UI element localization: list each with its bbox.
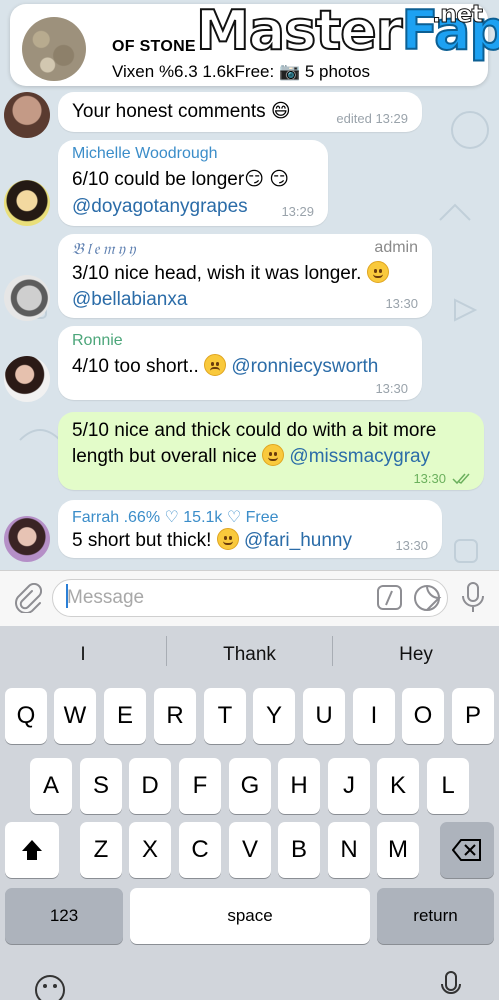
key-i[interactable]: I [353,688,395,744]
key-x[interactable]: X [129,822,171,878]
key-t[interactable]: T [204,688,246,744]
message-time: 13:29 [281,204,314,219]
pinned-subtitle: Vixen %6.3 1.6kFree: 📷 5 photos [112,62,371,81]
bot-commands-icon[interactable] [376,584,404,612]
key-o[interactable]: O [402,688,444,744]
avatar[interactable] [4,516,50,562]
suggestion-1[interactable]: I [0,640,166,670]
watermark-logo: MasterFap .net [195,0,499,62]
mention-link[interactable]: @bellabianxa [72,286,187,313]
key-f[interactable]: F [179,758,221,814]
message-time: 13:30 [395,538,428,553]
message-text: 5 short but thick! @fari_hunny [72,528,352,551]
avatar[interactable] [4,356,50,402]
key-l[interactable]: L [427,758,469,814]
message-text: 6/10 could be longer😏 😏 [72,169,290,190]
message-bubble[interactable]: Michelle Woodrough 6/10 could be longer😏… [58,140,328,226]
shift-arrow-icon [22,840,42,860]
numbers-key[interactable]: 123 [5,888,123,944]
message-bubble[interactable]: Your honest comments 😄 edited 13:29 [58,92,422,132]
sender-name[interactable]: Ronnie [72,332,123,350]
message-text: 5/10 nice and thick could do with a bit … [72,420,437,441]
return-key[interactable]: return [377,888,494,944]
message-input-bar [0,570,499,626]
emoji-icon[interactable] [34,974,66,1000]
sender-name[interactable]: Michelle Woodrough [72,145,218,163]
message-time: 13:30 [413,471,446,486]
avatar[interactable] [4,92,50,138]
key-y[interactable]: Y [253,688,295,744]
avatar[interactable] [4,180,50,226]
suggestion-2[interactable]: Thank [167,640,332,670]
key-m[interactable]: M [377,822,419,878]
mention-link[interactable]: @missmacygray [289,446,430,467]
sender-name[interactable]: Farrah .66% ♡ 15.1k ♡ Free [72,507,279,527]
key-r[interactable]: R [154,688,196,744]
message-text: length but overall nice @missmacygray [72,444,431,467]
sticker-icon[interactable] [412,583,442,613]
sender-name[interactable]: 𝔅𝔩𝔢𝔪𝔶𝔶 [72,239,139,259]
mention-link[interactable]: @ronniecysworth [231,356,378,377]
key-z[interactable]: Z [80,822,122,878]
key-u[interactable]: U [303,688,345,744]
zany-face-icon [262,444,285,466]
shift-key[interactable] [5,822,59,878]
message-bubble-outgoing[interactable]: 5/10 nice and thick could do with a bit … [58,412,484,490]
on-screen-keyboard: I Thank Hey Q W E R T Y U I O P A S D F … [0,626,499,1000]
message-time: edited 13:29 [336,111,408,126]
key-c[interactable]: C [179,822,221,878]
chat-area: Your honest comments 😄 edited 13:29 Mich… [0,0,499,570]
key-w[interactable]: W [54,688,96,744]
frowning-face-icon [204,354,227,376]
dictation-microphone-icon[interactable] [440,970,462,1000]
avatar[interactable] [4,275,50,321]
mention-link[interactable]: @fari_hunny [244,530,352,551]
key-h[interactable]: H [278,758,320,814]
mention-link[interactable]: @doyagotanygrapes [72,193,248,220]
key-p[interactable]: P [452,688,494,744]
space-key[interactable]: space [130,888,370,944]
paperclip-icon[interactable] [12,583,42,613]
key-b[interactable]: B [278,822,320,878]
pinned-thumbnail [22,17,86,81]
shushing-face-icon [366,261,389,283]
key-j[interactable]: J [328,758,370,814]
pinned-title: OF STONE [112,38,196,55]
smirking-face-icon [216,528,239,550]
text-cursor [66,584,68,608]
key-d[interactable]: D [129,758,171,814]
message-time: 13:30 [385,296,418,311]
key-n[interactable]: N [328,822,370,878]
microphone-icon[interactable] [460,581,486,615]
key-a[interactable]: A [30,758,72,814]
message-bubble[interactable]: Ronnie 4/10 too short.. @ronniecysworth … [58,326,422,400]
key-s[interactable]: S [80,758,122,814]
double-check-icon [452,473,470,485]
admin-badge: admin [374,239,418,256]
message-text: 4/10 too short.. @ronniecysworth [72,354,379,377]
key-q[interactable]: Q [5,688,47,744]
message-bubble[interactable]: 𝔅𝔩𝔢𝔪𝔶𝔶 admin 3/10 nice head, wish it was… [58,234,432,318]
delete-key[interactable] [440,822,494,878]
key-e[interactable]: E [104,688,146,744]
message-text: 3/10 nice head, wish it was longer. [72,260,389,287]
message-text: Your honest comments 😄 [72,101,291,122]
backspace-icon [451,839,481,861]
key-k[interactable]: K [377,758,419,814]
message-bubble[interactable]: Farrah .66% ♡ 15.1k ♡ Free 5 short but t… [58,500,442,558]
key-v[interactable]: V [229,822,271,878]
suggestion-3[interactable]: Hey [333,640,499,670]
key-g[interactable]: G [229,758,271,814]
message-time: 13:30 [375,381,408,396]
